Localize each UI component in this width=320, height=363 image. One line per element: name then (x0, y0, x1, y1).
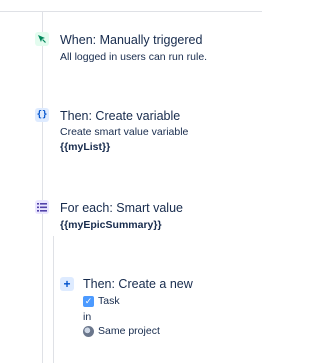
trigger-subtitle: All logged in users can run rule. (60, 51, 208, 63)
trigger-step[interactable]: When: Manually triggered All logged in u… (0, 0, 266, 80)
cursor-click-icon (35, 32, 49, 46)
create-variable-title: Then: Create variable (60, 109, 181, 123)
braces-icon: {} (35, 108, 49, 122)
list-icon (35, 200, 49, 214)
task-checkbox-icon: ✓ (83, 295, 94, 307)
for-each-value: {{myEpicSummary}} (60, 219, 162, 231)
create-issue-step[interactable]: + Then: Create a new ✓ Task in Same proje… (0, 268, 266, 348)
create-issue-title: Then: Create a new (83, 277, 193, 291)
for-each-title: For each: Smart value (60, 201, 183, 215)
create-variable-value: {{myList}} (60, 141, 111, 153)
issue-type: ✓ Task (83, 295, 120, 307)
issue-type-label: Task (98, 295, 120, 307)
create-variable-subtitle: Create smart value variable (60, 126, 189, 138)
plus-icon: + (60, 277, 74, 291)
create-variable-step[interactable]: {} Then: Create variable Create smart va… (0, 100, 266, 160)
for-each-step[interactable]: For each: Smart value {{myEpicSummary}} (0, 192, 266, 236)
project-target: Same project (83, 325, 160, 337)
connector-text: in (83, 311, 92, 323)
globe-icon (83, 325, 94, 337)
rule-canvas: When: Manually triggered All logged in u… (0, 0, 266, 363)
trigger-title: When: Manually triggered (60, 33, 203, 47)
project-label: Same project (98, 325, 160, 337)
